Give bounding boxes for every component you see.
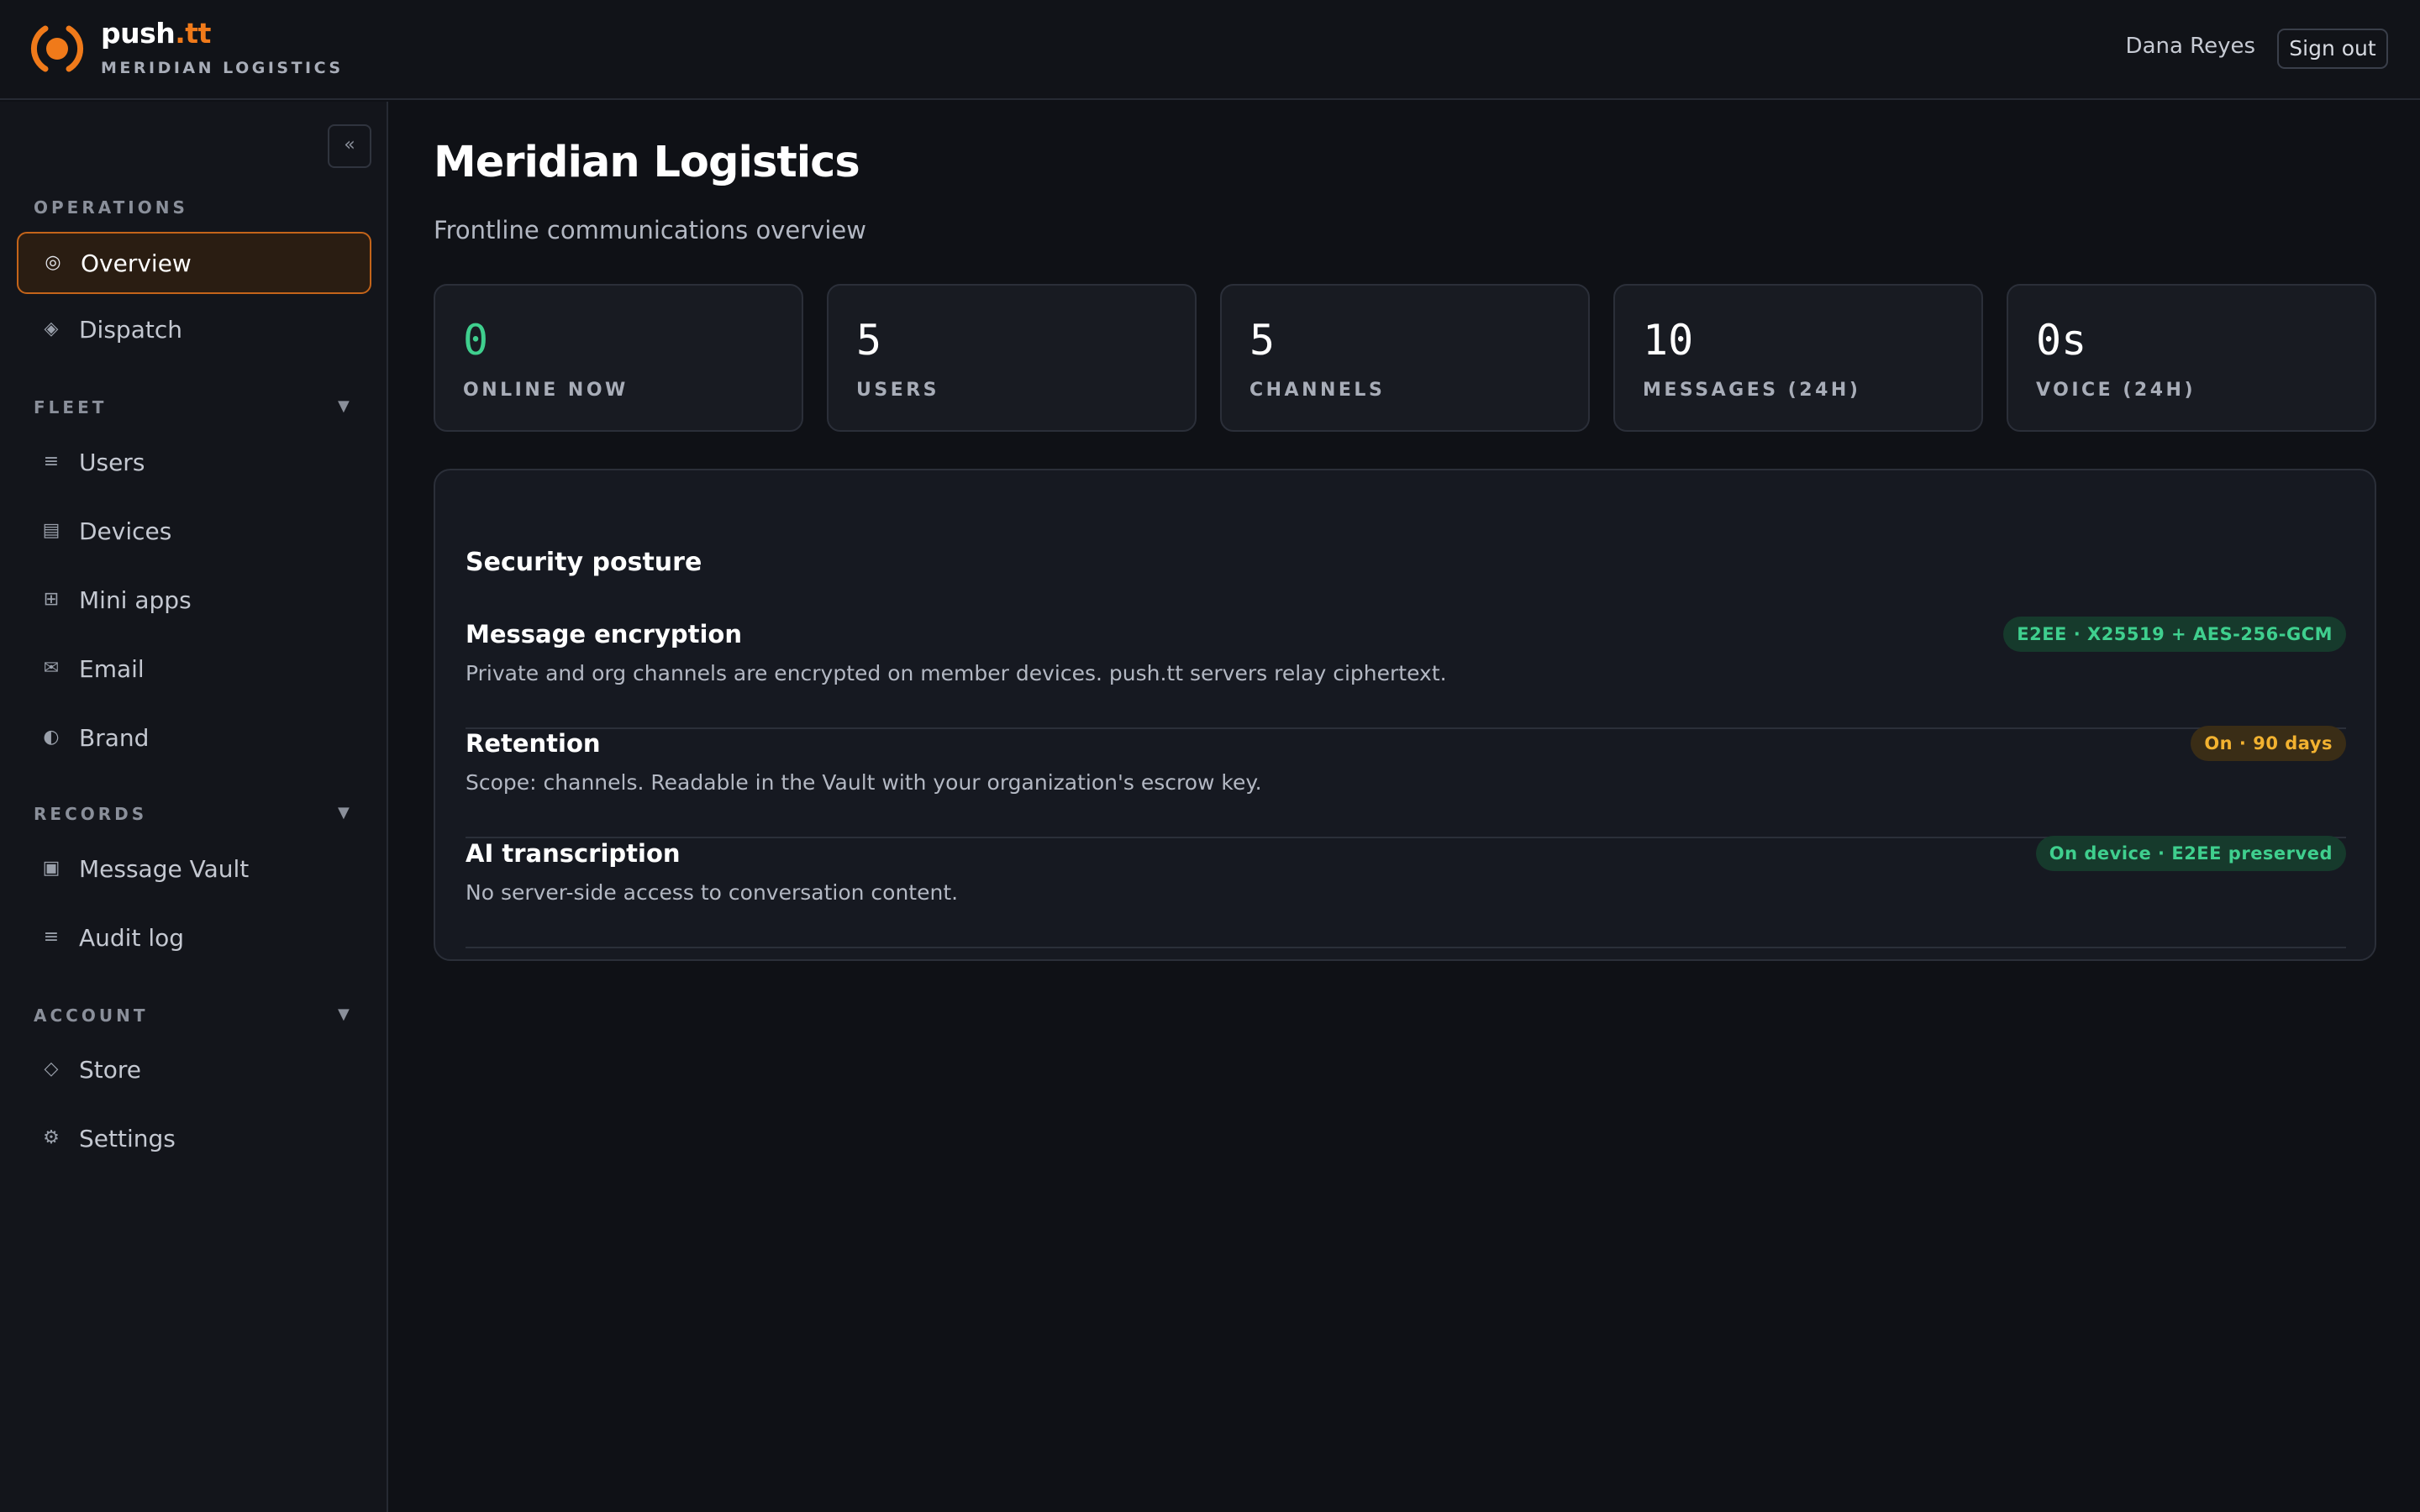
grid-icon: ⊞ xyxy=(43,589,60,610)
security-row-description: Private and org channels are encrypted o… xyxy=(466,661,1447,685)
sidebar-item-label: Mini apps xyxy=(79,586,192,614)
security-posture-panel: Security posture Message encryption Priv… xyxy=(434,469,2376,961)
sidebar-item-label: Store xyxy=(79,1056,142,1084)
list-icon: ≡ xyxy=(43,927,60,948)
diamond-icon: ◈ xyxy=(44,318,59,339)
stat-label: ONLINE NOW xyxy=(463,380,629,401)
section-label-fleet[interactable]: FLEET xyxy=(34,397,107,417)
sidebar-item-brand[interactable]: ◐ Brand xyxy=(17,708,371,770)
stat-value: 5 xyxy=(856,316,882,365)
section-label-account[interactable]: ACCOUNT xyxy=(34,1005,148,1026)
sidebar-item-label: Overview xyxy=(81,249,192,277)
sidebar-item-label: Users xyxy=(79,449,145,476)
brand-tld: .tt xyxy=(175,17,211,50)
sidebar-item-dispatch[interactable]: ◈ Dispatch xyxy=(17,300,371,362)
sidebar-item-label: Message Vault xyxy=(79,855,250,883)
security-row-name: Retention xyxy=(466,729,601,758)
security-row-description: Scope: channels. Readable in the Vault w… xyxy=(466,770,1262,795)
security-row-ai-transcription: AI transcription No server-side access t… xyxy=(466,836,2346,948)
device-icon: ▤ xyxy=(42,520,60,541)
diamond-outline-icon: ◇ xyxy=(44,1058,59,1079)
sidebar: « OPERATIONS ◎ Overview ◈ Dispatch FLEET… xyxy=(0,102,388,1512)
sidebar-item-audit-log[interactable]: ≡ Audit log xyxy=(17,908,371,970)
section-label-records[interactable]: RECORDS xyxy=(34,804,147,824)
collapse-sidebar-button[interactable]: « xyxy=(328,124,371,168)
sidebar-item-message-vault[interactable]: ▣ Message Vault xyxy=(17,839,371,901)
security-row-name: AI transcription xyxy=(466,839,681,868)
vault-icon: ▣ xyxy=(42,858,60,879)
chevron-down-icon[interactable]: ▼ xyxy=(338,397,350,415)
status-badge: On · 90 days xyxy=(2191,726,2346,761)
security-row-encryption: Message encryption Private and org chann… xyxy=(466,617,2346,729)
stat-value: 0 xyxy=(463,316,489,365)
sidebar-item-label: Audit log xyxy=(79,924,185,952)
gear-icon: ⚙ xyxy=(43,1127,60,1148)
sidebar-item-devices[interactable]: ▤ Devices xyxy=(17,501,371,564)
stat-card-users: 5 USERS xyxy=(827,284,1197,432)
stat-label: VOICE (24H) xyxy=(2036,380,2196,401)
sidebar-item-label: Devices xyxy=(79,517,172,545)
brand-name[interactable]: push.tt xyxy=(101,17,211,50)
status-badge: E2EE · X25519 + AES-256-GCM xyxy=(2003,617,2346,652)
chevron-down-icon[interactable]: ▼ xyxy=(338,804,350,822)
section-label-operations: OPERATIONS xyxy=(34,197,188,218)
stat-value: 5 xyxy=(1249,316,1276,365)
top-bar: push.tt MERIDIAN LOGISTICS Dana Reyes Si… xyxy=(0,0,2420,100)
double-chevron-left-icon: « xyxy=(344,134,355,155)
sidebar-item-mini-apps[interactable]: ⊞ Mini apps xyxy=(17,570,371,633)
status-badge: On device · E2EE preserved xyxy=(2035,836,2346,871)
security-row-name: Message encryption xyxy=(466,620,742,648)
stat-card-messages: 10 MESSAGES (24H) xyxy=(1613,284,1983,432)
list-icon: ≡ xyxy=(43,451,60,472)
stat-label: CHANNELS xyxy=(1249,380,1386,401)
stat-label: USERS xyxy=(856,380,940,401)
sidebar-item-label: Dispatch xyxy=(79,316,182,344)
stat-card-voice: 0s VOICE (24H) xyxy=(2007,284,2376,432)
sidebar-item-settings[interactable]: ⚙ Settings xyxy=(17,1109,371,1171)
stat-label: MESSAGES (24H) xyxy=(1643,380,1861,401)
chevron-down-icon[interactable]: ▼ xyxy=(338,1005,350,1023)
brand-name-text: push xyxy=(101,17,176,50)
sign-out-button[interactable]: Sign out xyxy=(2277,29,2388,69)
stat-value: 10 xyxy=(1643,316,1694,365)
stat-value: 0s xyxy=(2036,316,2087,365)
sidebar-item-label: Settings xyxy=(79,1125,176,1152)
organization-name: MERIDIAN LOGISTICS xyxy=(101,59,344,77)
page-subtitle: Frontline communications overview xyxy=(434,216,866,244)
stat-card-online-now: 0 ONLINE NOW xyxy=(434,284,803,432)
sidebar-item-overview[interactable]: ◎ Overview xyxy=(17,232,371,294)
security-row-retention: Retention Scope: channels. Readable in t… xyxy=(466,726,2346,838)
envelope-icon: ✉ xyxy=(43,658,60,679)
target-icon: ◎ xyxy=(45,252,61,273)
broadcast-logo-icon xyxy=(30,25,84,72)
page-title: Meridian Logistics xyxy=(434,138,860,187)
panel-title: Security posture xyxy=(466,548,702,577)
sidebar-item-email[interactable]: ✉ Email xyxy=(17,639,371,701)
sidebar-item-label: Brand xyxy=(79,724,150,752)
sidebar-item-users[interactable]: ≡ Users xyxy=(17,433,371,495)
current-user-name: Dana Reyes xyxy=(2125,34,2255,59)
contrast-icon: ◐ xyxy=(43,727,60,748)
stat-card-channels: 5 CHANNELS xyxy=(1220,284,1590,432)
security-row-description: No server-side access to conversation co… xyxy=(466,880,959,905)
sidebar-item-label: Email xyxy=(79,655,145,683)
sidebar-item-store[interactable]: ◇ Store xyxy=(17,1040,371,1102)
